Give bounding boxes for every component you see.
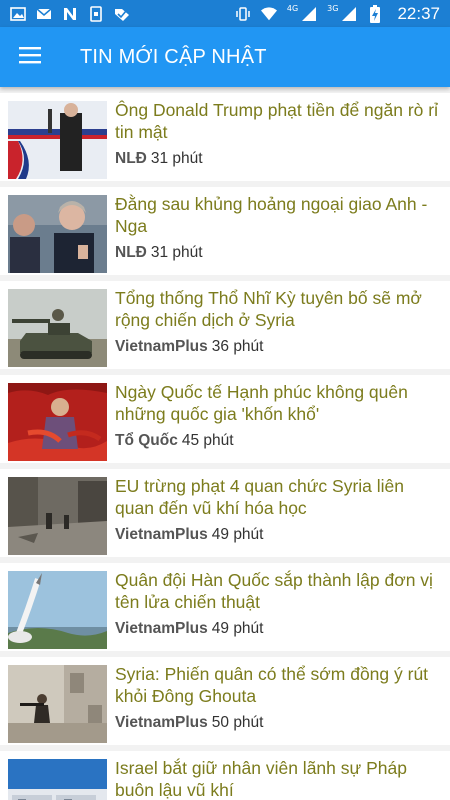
photo-icon (10, 6, 26, 22)
menu-button[interactable] (0, 27, 60, 87)
battery-charging-icon (367, 4, 383, 23)
mail-icon (36, 6, 52, 22)
news-title: Tổng thống Thổ Nhĩ Kỳ tuyên bố sẽ mở rộn… (115, 288, 422, 330)
hamburger-menu-icon (19, 46, 41, 68)
news-source: VietnamPlus (115, 338, 208, 355)
news-thumbnail (8, 383, 107, 461)
news-item[interactable]: Ông Donald Trump phạt tiền để ngăn rò rỉ… (0, 93, 450, 181)
check-tag-icon (114, 6, 130, 22)
news-thumbnail (8, 571, 107, 649)
news-thumbnail (8, 665, 107, 743)
news-title: Ông Donald Trump phạt tiền để ngăn rò rỉ… (115, 100, 438, 142)
news-time: 49 phút (211, 620, 264, 637)
news-time: 45 phút (181, 432, 234, 449)
app-bar: TIN MỚI CẬP NHẬT (0, 27, 450, 87)
status-bar: 4G 3G 22:37 (0, 0, 450, 27)
news-time: 31 phút (150, 244, 203, 261)
news-source: VietnamPlus (115, 526, 208, 543)
news-title: EU trừng phạt 4 quan chức Syria liên qua… (115, 476, 404, 518)
news-thumbnail (8, 289, 107, 367)
status-time: 22:37 (397, 3, 440, 23)
news-thumbnail (8, 195, 107, 273)
phone-lock-icon (88, 5, 104, 22)
news-source: VietnamPlus (115, 620, 208, 637)
wifi-icon (260, 6, 277, 22)
news-thumbnail (8, 759, 107, 800)
news-title: Israel bắt giữ nhân viên lãnh sự Pháp bu… (115, 758, 407, 800)
news-item[interactable]: Israel bắt giữ nhân viên lãnh sự Pháp bu… (0, 751, 450, 800)
news-title: Ngày Quốc tế Hạnh phúc không quên những … (115, 382, 408, 424)
news-item[interactable]: Ngày Quốc tế Hạnh phúc không quên những … (0, 375, 450, 463)
network-type-label: 4G (286, 4, 299, 13)
news-item[interactable]: Syria: Phiến quân có thể sớm đồng ý rút … (0, 657, 450, 745)
news-item[interactable]: EU trừng phạt 4 quan chức Syria liên qua… (0, 469, 450, 557)
news-time: 36 phút (211, 338, 264, 355)
news-time: 49 phút (211, 526, 264, 543)
signal-icon (341, 6, 357, 22)
signal-icon (301, 6, 317, 22)
news-item[interactable]: Tổng thống Thổ Nhĩ Kỳ tuyên bố sẽ mở rộn… (0, 281, 450, 369)
news-item[interactable]: Quân đội Hàn Quốc sắp thành lập đơn vị t… (0, 563, 450, 651)
news-thumbnail (8, 101, 107, 179)
news-feed[interactable]: Ông Donald Trump phạt tiền để ngăn rò rỉ… (0, 87, 450, 800)
news-time: 31 phút (150, 150, 203, 167)
vibrate-icon (235, 6, 251, 22)
news-source: NLĐ (115, 150, 147, 167)
page-title: TIN MỚI CẬP NHẬT (80, 45, 267, 68)
news-title: Quân đội Hàn Quốc sắp thành lập đơn vị t… (115, 570, 433, 612)
news-source: Tổ Quốc (115, 432, 178, 449)
news-source: NLĐ (115, 244, 147, 261)
news-time: 50 phút (211, 714, 264, 731)
news-title: Syria: Phiến quân có thể sớm đồng ý rút … (115, 664, 429, 706)
news-item[interactable]: Đằng sau khủng hoảng ngoại giao Anh - Ng… (0, 187, 450, 275)
news-title: Đằng sau khủng hoảng ngoại giao Anh - Ng… (115, 194, 428, 236)
news-thumbnail (8, 477, 107, 555)
news-source: VietnamPlus (115, 714, 208, 731)
network-type-label: 3G (327, 4, 339, 13)
n-app-icon (62, 6, 78, 22)
